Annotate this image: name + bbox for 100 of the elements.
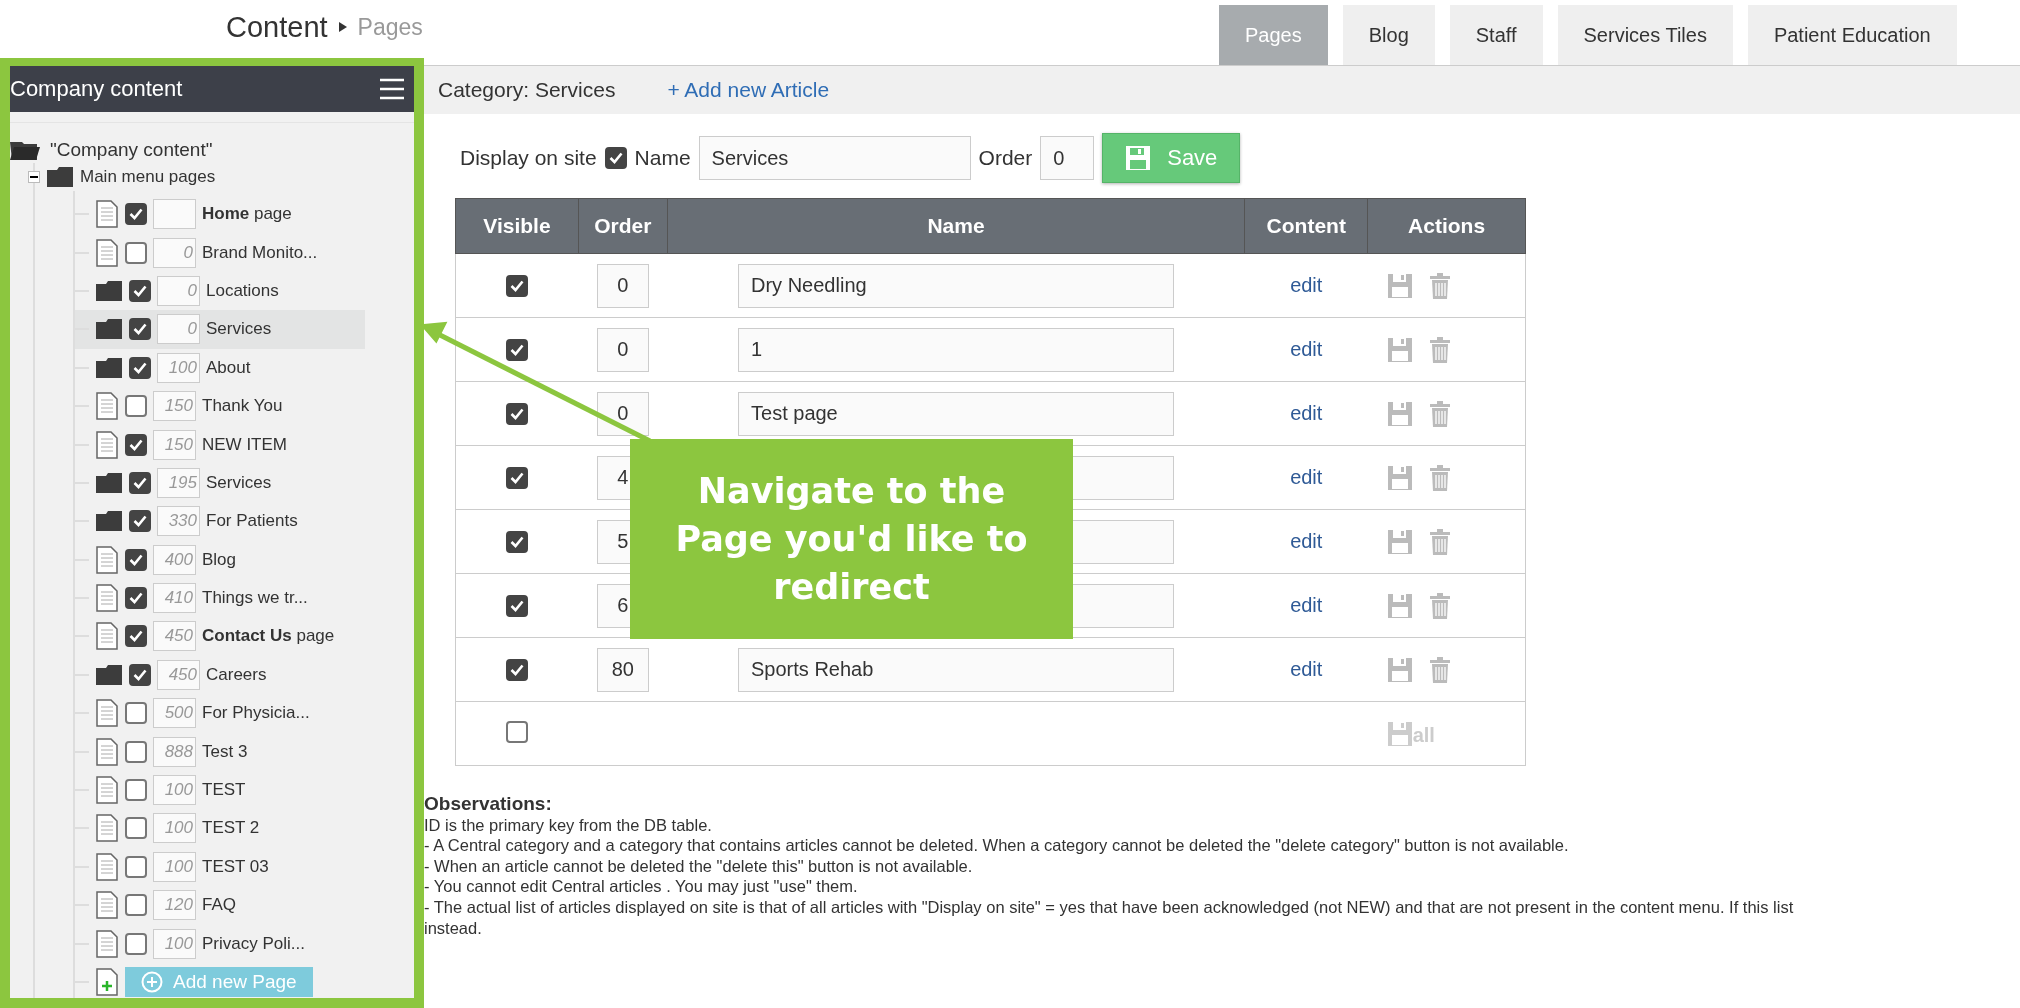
tree-root-label[interactable]: "Company content" xyxy=(50,139,213,161)
folder-icon xyxy=(95,279,123,302)
tab[interactable]: Services Tiles xyxy=(1557,5,1733,65)
add-article-link[interactable]: + Add new Article xyxy=(667,78,830,102)
tree-item[interactable]: 0 Brand Monito... xyxy=(75,233,365,272)
tree-item[interactable]: 100 TEST 03 xyxy=(75,847,365,887)
checkbox[interactable] xyxy=(125,241,147,264)
checkbox[interactable] xyxy=(125,625,147,648)
checkbox[interactable] xyxy=(506,466,529,489)
item-name: Privacy Poli... xyxy=(202,933,305,954)
tab[interactable]: Patient Education xyxy=(1747,5,1957,65)
check-icon xyxy=(129,630,143,643)
checkbox[interactable] xyxy=(129,471,151,494)
checkbox[interactable] xyxy=(125,894,147,917)
tree-item[interactable]: 100 TEST xyxy=(75,770,365,810)
check-icon xyxy=(510,407,525,420)
checkbox[interactable] xyxy=(125,740,147,763)
item-name: Brand Monito... xyxy=(202,242,318,263)
document-icon xyxy=(95,737,119,766)
order-field[interactable]: 0 xyxy=(1040,136,1095,180)
name-field[interactable]: Services xyxy=(698,136,971,180)
checkbox[interactable] xyxy=(129,318,151,341)
document-icon xyxy=(95,238,119,267)
checkbox[interactable] xyxy=(506,274,529,297)
tree-item[interactable]: 450 Contact Us page xyxy=(75,617,365,656)
check-icon xyxy=(129,592,143,605)
document-icon xyxy=(95,852,119,881)
tree-item[interactable]: 450 Careers xyxy=(75,655,365,695)
add-page-icon xyxy=(95,968,119,996)
check-icon xyxy=(133,476,147,489)
checkbox[interactable] xyxy=(125,548,147,571)
tree-item[interactable]: 0 Locations xyxy=(75,271,365,311)
order-field[interactable] xyxy=(153,199,196,230)
checkbox[interactable] xyxy=(125,932,147,955)
menu-icon[interactable] xyxy=(380,78,404,100)
column-header: Order xyxy=(578,198,668,254)
name-field[interactable]: Dry Needling xyxy=(738,263,1174,308)
tree-item[interactable]: 410 Things we tr... xyxy=(75,578,365,618)
tree-item[interactable]: Home page xyxy=(75,195,365,234)
order-field[interactable]: 0 xyxy=(596,327,649,372)
tree-folder-label[interactable]: Main menu pages xyxy=(80,167,216,187)
checkbox[interactable] xyxy=(125,855,147,878)
checkbox[interactable] xyxy=(506,658,529,681)
column-header: Actions xyxy=(1367,198,1526,254)
tree-item[interactable]: 888 Test 3 xyxy=(75,732,365,771)
checkbox[interactable] xyxy=(129,279,151,302)
tree-item[interactable]: 500 For Physicia... xyxy=(75,694,365,733)
check-icon xyxy=(510,599,525,612)
checkbox[interactable] xyxy=(125,433,147,456)
checkbox[interactable] xyxy=(125,702,147,725)
checkbox[interactable] xyxy=(125,203,147,226)
checkbox[interactable] xyxy=(125,587,147,610)
edit-link[interactable]: edit xyxy=(1290,402,1323,424)
checkbox[interactable] xyxy=(129,356,151,379)
minus-icon xyxy=(30,176,38,178)
tree-item[interactable]: 0 Services xyxy=(75,310,365,349)
edit-link[interactable]: edit xyxy=(1290,530,1323,552)
check-icon xyxy=(129,208,143,221)
document-icon xyxy=(95,891,119,920)
checkbox[interactable] xyxy=(506,720,529,743)
tab[interactable]: Staff xyxy=(1449,5,1543,65)
collapse-toggle[interactable] xyxy=(28,171,40,183)
tree-item[interactable]: 400 Blog xyxy=(75,540,365,579)
edit-link[interactable]: edit xyxy=(1290,594,1323,616)
tree-item[interactable]: 150 Thank You xyxy=(75,386,365,426)
item-name: TEST 03 xyxy=(202,856,269,877)
name-field[interactable]: Test page xyxy=(738,391,1174,436)
item-name: Home page xyxy=(202,204,292,225)
order-field[interactable]: 80 xyxy=(596,647,649,692)
item-name: About xyxy=(206,357,251,378)
observation-text: - A Central category and a category that contains articles cannot be deleted. When a category cannot be deleted the "delete category" button is not available. xyxy=(424,835,1570,856)
check-icon xyxy=(510,279,525,292)
tree-item[interactable]: 150 NEW ITEM xyxy=(75,425,365,464)
order-field[interactable]: 0 xyxy=(596,263,649,308)
checkbox[interactable] xyxy=(604,147,627,169)
checkbox[interactable] xyxy=(506,402,529,425)
checkbox[interactable] xyxy=(125,817,147,840)
checkbox[interactable] xyxy=(125,779,147,802)
tree-item[interactable]: 100 Privacy Poli... xyxy=(75,924,365,963)
tab[interactable]: Blog xyxy=(1342,5,1435,65)
name-field[interactable]: Sports Rehab xyxy=(738,647,1174,692)
item-name: For Physicia... xyxy=(202,703,310,724)
tree-item[interactable]: 330 For Patients xyxy=(75,502,365,541)
tree-item[interactable]: 120 FAQ xyxy=(75,886,365,925)
document-icon xyxy=(95,699,119,728)
tree-item[interactable]: 100 About xyxy=(75,348,365,387)
edit-link[interactable]: edit xyxy=(1290,658,1323,680)
tree-item[interactable]: 100 TEST 2 xyxy=(75,809,365,848)
checkbox[interactable] xyxy=(506,338,529,361)
checkbox[interactable] xyxy=(129,510,151,533)
checkbox[interactable] xyxy=(125,395,147,418)
check-icon xyxy=(133,515,147,528)
checkbox[interactable] xyxy=(506,594,529,617)
edit-link[interactable]: edit xyxy=(1290,338,1323,360)
checkbox[interactable] xyxy=(506,530,529,553)
edit-link[interactable]: edit xyxy=(1290,274,1323,296)
name-field[interactable]: 1 xyxy=(738,327,1174,372)
edit-link[interactable]: edit xyxy=(1290,466,1323,488)
checkbox[interactable] xyxy=(129,663,151,686)
tree-item[interactable]: 195 Services xyxy=(75,463,365,503)
